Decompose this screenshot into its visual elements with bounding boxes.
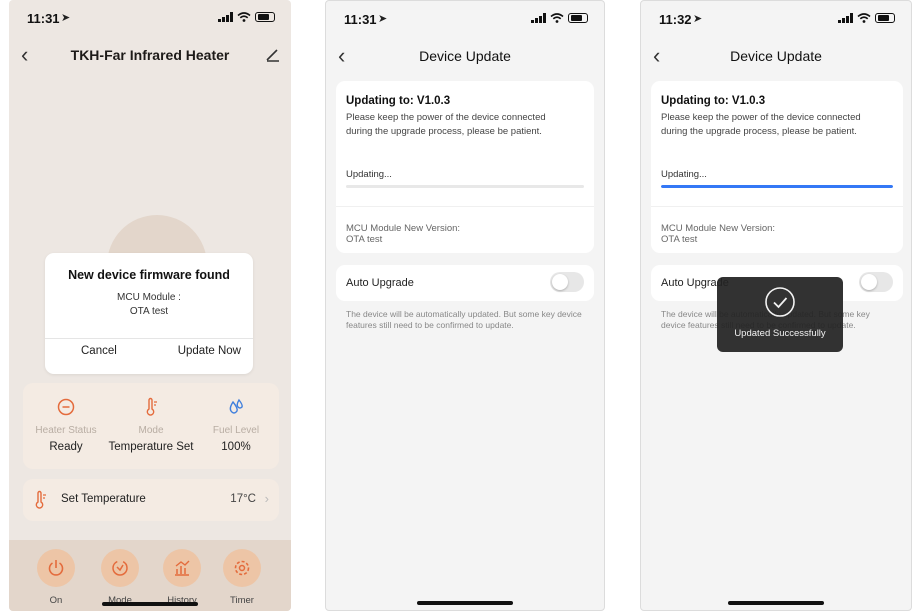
location-arrow-icon: ➤ [693, 13, 703, 25]
wifi-icon [550, 13, 564, 23]
divider [651, 206, 903, 207]
divider [336, 206, 594, 207]
timer-gear-icon [234, 560, 250, 576]
mcu-version-value: OTA test [346, 234, 383, 245]
dialog-divider [45, 338, 253, 339]
battery-icon [568, 13, 588, 23]
update-description: Please keep the power of the device conn… [661, 112, 861, 137]
stat-value: Temperature Set [108, 441, 194, 453]
auto-upgrade-label: Auto Upgrade [346, 277, 414, 289]
status-time: 11:31 [344, 12, 377, 27]
checkmark-circle-icon [765, 287, 795, 317]
nav-label: Timer [230, 595, 254, 606]
status-time: 11:31 [27, 11, 60, 26]
dialog-module-label: MCU Module : [117, 292, 181, 303]
mcu-version: MCU Module New Version: OTA test [346, 223, 460, 245]
heater-status-stat: Heater Status Ready [23, 383, 109, 469]
page-title: TKH-Far Infrared Heater [70, 47, 230, 63]
progress-bar-fill [661, 185, 893, 188]
power-icon [48, 560, 64, 576]
updating-to-heading: Updating to: V1.0.3 [346, 95, 451, 107]
status-bar: 11:31 ➤ [9, 10, 291, 30]
nav-mode-button[interactable]: Mode [95, 549, 145, 606]
nav-label: On [49, 595, 63, 606]
mode-stat: Mode Temperature Set [108, 383, 194, 469]
set-temperature-label: Set Temperature [61, 493, 146, 505]
stat-label: Mode [138, 425, 164, 436]
nav-bar: ‹ Device Update [641, 43, 911, 73]
status-time: 11:32 [659, 12, 692, 27]
update-description: Please keep the power of the device conn… [346, 112, 546, 137]
nav-bar: ‹ Device Update [326, 43, 604, 73]
set-temperature-value: 17°C [230, 493, 256, 505]
device-update-screen: 11:31 ➤ ‹ Device Update Updating to: V1.… [325, 0, 605, 611]
status-card: Heater Status Ready Mode Temperature Set… [23, 383, 279, 469]
status-bar: 11:32 ➤ [641, 11, 911, 31]
auto-upgrade-toggle[interactable] [859, 272, 893, 292]
mcu-version-label: MCU Module New Version: [346, 223, 461, 234]
dialog-title: New device firmware found [68, 268, 230, 282]
nav-history-button[interactable]: History [157, 549, 207, 606]
stat-value: 100% [221, 441, 251, 453]
progress-bar [661, 185, 893, 188]
update-card: Updating to: V1.0.3 Please keep the powe… [336, 81, 594, 253]
location-arrow-icon: ➤ [61, 12, 71, 24]
heater-screen: 11:31 ➤ ‹ TKH-Far Infrared Heater New de… [9, 0, 291, 611]
signal-icon [531, 13, 546, 23]
progress-label: Updating... [346, 169, 392, 180]
nav-timer-button[interactable]: Timer [217, 549, 267, 606]
progress-bar [346, 185, 584, 188]
home-indicator [417, 601, 513, 605]
thermometer-icon [35, 490, 46, 509]
signal-icon [838, 13, 853, 23]
stat-label: Heater Status [35, 425, 97, 436]
mcu-version-label: MCU Module New Version: [661, 223, 776, 234]
auto-upgrade-toggle[interactable] [550, 272, 584, 292]
mcu-version-value: OTA test [661, 234, 698, 245]
nav-bar: ‹ TKH-Far Infrared Heater [9, 42, 291, 72]
toast-message: Updated Successfully [734, 328, 826, 339]
mcu-version: MCU Module New Version: OTA test [661, 223, 775, 245]
page-title: Device Update [419, 48, 511, 64]
nav-on-button[interactable]: On [31, 549, 81, 606]
bottom-nav: On Mode History Timer [9, 540, 291, 611]
cancel-button[interactable]: Cancel [81, 345, 117, 357]
wifi-icon [857, 13, 871, 23]
auto-upgrade-note: The device will be automatically updated… [346, 309, 582, 330]
auto-upgrade-row: Auto Upgrade [336, 265, 594, 301]
set-temperature-row[interactable]: Set Temperature 17°C › [23, 479, 279, 521]
page-title: Device Update [730, 48, 822, 64]
success-toast: Updated Successfully [717, 277, 843, 352]
progress-label: Updating... [661, 169, 707, 180]
edit-icon[interactable] [265, 46, 281, 62]
signal-icon [218, 12, 233, 22]
thermometer-icon [146, 397, 157, 416]
mode-icon [112, 560, 128, 576]
updating-to-heading: Updating to: V1.0.3 [661, 95, 766, 107]
power-minus-icon [57, 398, 75, 416]
dialog-module-value: OTA test [129, 306, 169, 317]
status-bar: 11:31 ➤ [326, 11, 604, 31]
device-update-complete-screen: 11:32 ➤ ‹ Device Update Updating to: V1.… [640, 0, 912, 611]
battery-icon [875, 13, 895, 23]
stat-label: Fuel Level [212, 425, 260, 436]
update-now-button[interactable]: Update Now [178, 345, 241, 357]
update-card: Updating to: V1.0.3 Please keep the powe… [651, 81, 903, 253]
droplet-icon [229, 398, 243, 414]
stat-value: Ready [49, 441, 83, 453]
battery-icon [255, 12, 275, 22]
wifi-icon [237, 12, 251, 22]
location-arrow-icon: ➤ [378, 13, 388, 25]
home-indicator [728, 601, 824, 605]
history-chart-icon [175, 560, 190, 576]
firmware-dialog: New device firmware found MCU Module : O… [45, 253, 253, 374]
fuel-level-stat: Fuel Level 100% [193, 383, 279, 469]
chevron-right-icon: › [264, 491, 269, 506]
home-indicator [102, 602, 198, 606]
